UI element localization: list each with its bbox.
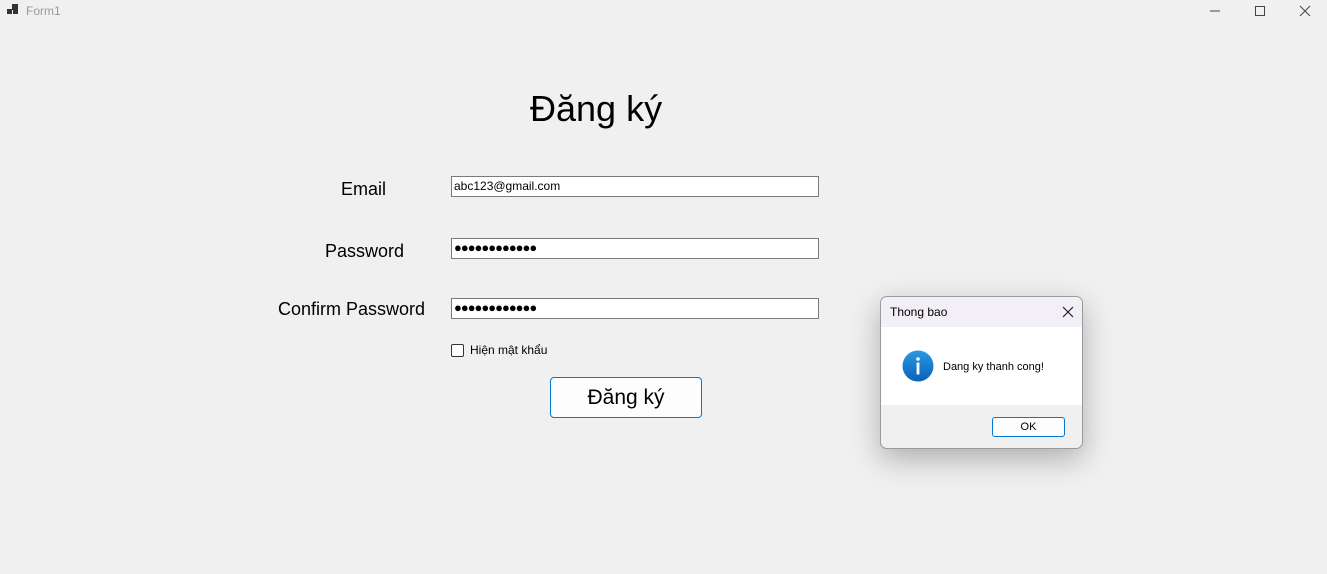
- dialog-title: Thong bao: [890, 305, 948, 319]
- show-password-label: Hiện mật khẩu: [470, 343, 548, 357]
- email-field[interactable]: abc123@gmail.com: [451, 176, 819, 197]
- app-icon: [7, 4, 18, 14]
- show-password-checkbox[interactable]: [451, 343, 464, 357]
- info-icon: [902, 350, 934, 382]
- message-dialog: Thong bao Dang ky thanh cong! OK: [880, 296, 1083, 449]
- dialog-close-button[interactable]: [1060, 304, 1076, 320]
- confirm-password-value: ●●●●●●●●●●●●: [454, 300, 537, 315]
- password-label: Password: [325, 241, 405, 261]
- page-title: Đăng ký: [530, 88, 663, 129]
- ok-button[interactable]: OK: [992, 417, 1065, 437]
- dialog-title-bar: Thong bao: [881, 297, 1082, 327]
- email-value: abc123@gmail.com: [454, 179, 561, 193]
- minimize-button[interactable]: [1192, 0, 1238, 22]
- main-window: Form1 Đăng ký Email abc123@gmail.com Pas…: [0, 0, 1327, 574]
- close-icon: [1062, 306, 1074, 318]
- ok-button-label: OK: [1020, 421, 1037, 433]
- password-value: ●●●●●●●●●●●●: [454, 240, 537, 255]
- password-field[interactable]: ●●●●●●●●●●●●: [451, 238, 819, 259]
- dialog-body: Dang ky thanh cong!: [881, 327, 1082, 405]
- dialog-message: Dang ky thanh cong!: [943, 361, 1044, 373]
- window-title: Form1: [26, 4, 61, 18]
- minimize-icon: [1210, 10, 1220, 12]
- email-label: Email: [341, 179, 387, 199]
- register-button-label: Đăng ký: [587, 385, 665, 409]
- maximize-button[interactable]: [1237, 0, 1283, 22]
- maximize-icon: [1255, 6, 1265, 16]
- confirm-password-label: Confirm Password: [278, 299, 426, 319]
- register-button[interactable]: Đăng ký: [550, 377, 702, 418]
- show-password-checkbox-row[interactable]: Hiện mật khẩu: [451, 343, 547, 357]
- confirm-password-field[interactable]: ●●●●●●●●●●●●: [451, 298, 819, 319]
- close-button[interactable]: [1282, 0, 1327, 22]
- close-icon: [1299, 5, 1311, 17]
- title-bar: Form1: [0, 0, 1327, 24]
